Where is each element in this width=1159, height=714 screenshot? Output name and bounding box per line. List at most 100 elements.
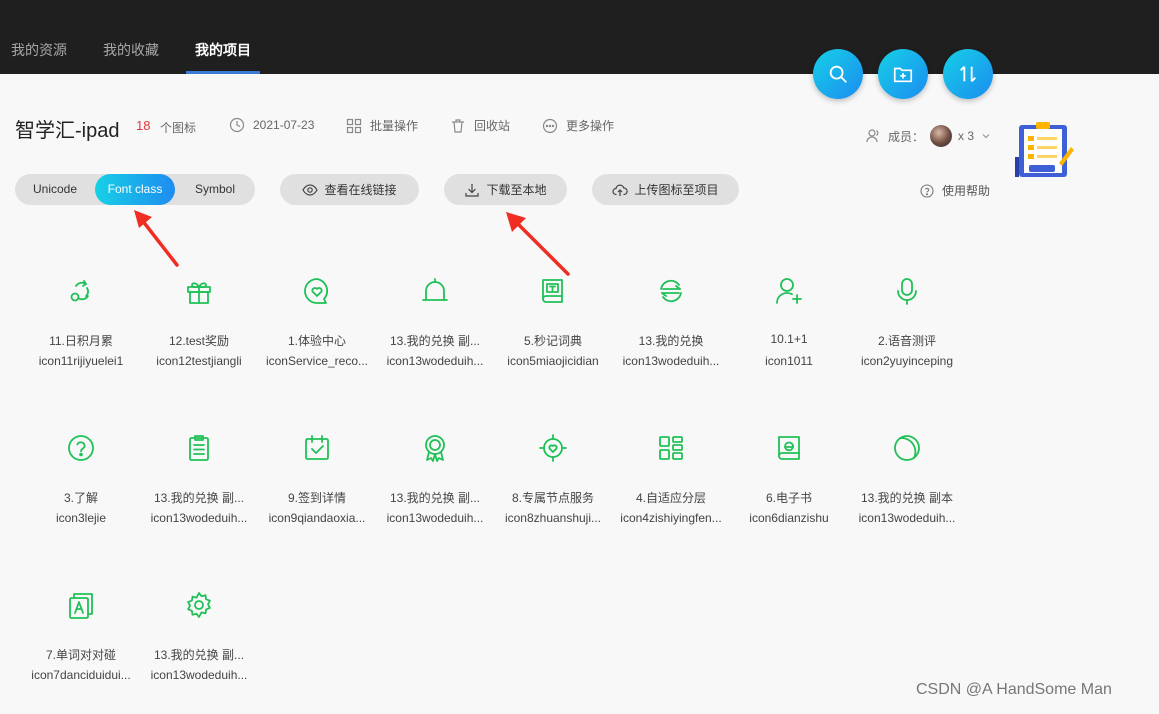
search-button[interactable]	[813, 49, 863, 99]
icon-bell-icon	[422, 278, 448, 301]
icon-card[interactable]: 9.签到详情 icon9qiandaoxia...	[258, 417, 376, 557]
format-unicode-tab[interactable]: Unicode	[15, 174, 95, 205]
icon-class-code: icon1011	[765, 354, 813, 368]
icon-medal-icon	[425, 435, 445, 462]
icon-class-code: icon13wodeduih...	[622, 354, 720, 368]
usage-help-label: 使用帮助	[942, 184, 991, 198]
recycle-bin-button[interactable]: 回收站	[450, 117, 510, 134]
icon-name: 13.我的兑换 副...	[153, 491, 245, 505]
icon-card[interactable]: 13.我的兑换 副... icon13wodeduih...	[140, 574, 258, 714]
icon-gift-icon	[187, 282, 211, 304]
icon-class-code: icon13wodeduih...	[150, 511, 248, 525]
icon-card[interactable]: 10.1+1 icon1011	[730, 260, 848, 400]
format-symbol-tab[interactable]: Symbol	[175, 174, 255, 205]
icon-name: 7.单词对对碰	[45, 648, 116, 662]
icon-card[interactable]: 8.专属节点服务 icon8zhuanshuji...	[494, 417, 612, 557]
icon-name: 10.1+1	[770, 332, 808, 346]
icon-count-unit: 个图标	[160, 121, 197, 135]
icon-card[interactable]: 13.我的兑换 icon13wodeduih...	[612, 260, 730, 400]
icon-card[interactable]: 13.我的兑换 副... icon13wodeduih...	[140, 417, 258, 557]
annotation-arrow-download	[506, 212, 570, 276]
icon-name: 13.我的兑换 副...	[389, 491, 481, 505]
new-folder-button[interactable]	[878, 49, 928, 99]
members-count: x 3	[958, 129, 975, 143]
add-folder-icon	[893, 67, 913, 83]
icon-calendar-check-icon	[305, 435, 329, 460]
view-online-link-label: 查看在线链接	[324, 183, 397, 197]
clock-icon	[229, 117, 245, 133]
batch-icon	[346, 118, 362, 133]
icon-name: 1.体验中心	[287, 334, 346, 348]
members-label: 成员：	[888, 129, 925, 144]
icon-clipboard-icon	[189, 435, 209, 461]
icon-class-code: icon13wodeduih...	[386, 354, 484, 368]
icon-card[interactable]: 7.单词对对碰 icon7danciduidui...	[22, 574, 140, 714]
view-online-link-button[interactable]: 查看在线链接	[280, 174, 419, 205]
icon-class-code: icon2yuyinceping	[860, 354, 954, 368]
icon-user-plus-icon	[776, 278, 802, 304]
icon-card[interactable]: 13.我的兑换 副本 icon13wodeduih...	[848, 417, 966, 557]
sort-button[interactable]	[943, 49, 993, 99]
tab-my-favorites[interactable]: 我的收藏	[103, 40, 159, 60]
more-operations-button[interactable]: 更多操作	[542, 117, 614, 134]
search-icon	[829, 65, 847, 83]
icon-cards-a-icon	[69, 593, 93, 619]
icon-name: 13.我的兑换 副...	[389, 334, 481, 348]
tab-my-projects[interactable]: 我的项目	[195, 40, 251, 60]
download-local-button[interactable]: 下载至本地	[444, 174, 567, 205]
batch-operation-button[interactable]: 批量操作	[346, 117, 418, 134]
clipboard-illustration-icon	[1015, 122, 1074, 177]
download-local-label: 下载至本地	[486, 183, 547, 197]
icon-card[interactable]: 5.秒记词典 icon5miaojicidian	[494, 260, 612, 400]
icon-grid-icon	[659, 436, 683, 460]
active-tab-underline	[186, 71, 260, 74]
icon-name: 6.电子书	[765, 491, 812, 505]
members-dropdown[interactable]: 成员： x 3	[866, 125, 992, 147]
icon-name: 8.专属节点服务	[511, 491, 594, 505]
icon-card[interactable]: 2.语音测评 icon2yuyinceping	[848, 260, 966, 400]
more-icon	[542, 118, 558, 133]
project-date-text: 2021-07-23	[253, 118, 315, 132]
icon-card[interactable]: 12.test奖励 icon12testjiangli	[140, 260, 258, 400]
icon-class-code: icon13wodeduih...	[150, 668, 248, 682]
upload-icon-button[interactable]: 上传图标至项目	[592, 174, 739, 205]
upload-icon-label: 上传图标至项目	[634, 183, 719, 197]
cloud-upload-icon	[612, 184, 629, 196]
icon-name: 4.自适应分层	[635, 491, 706, 505]
icon-card[interactable]: 4.自适应分层 icon4zishiyingfen...	[612, 417, 730, 557]
icon-class-code: icon8zhuanshuji...	[504, 511, 602, 525]
icon-name: 9.签到详情	[287, 491, 346, 505]
icon-mic-icon	[897, 278, 917, 305]
icon-card[interactable]: 6.电子书 icon6dianzishu	[730, 417, 848, 557]
icon-book-t-icon	[542, 279, 563, 303]
icon-name: 13.我的兑换 副本	[860, 491, 954, 505]
sort-icon	[960, 66, 976, 82]
project-date: 2021-07-23	[229, 117, 314, 133]
icon-card[interactable]: 13.我的兑换 副... icon13wodeduih...	[376, 260, 494, 400]
chevron-down-icon	[982, 134, 990, 139]
tab-my-resources[interactable]: 我的资源	[11, 40, 67, 60]
icon-card[interactable]: 11.日积月累 icon11rijiyuelei1	[22, 260, 140, 400]
icon-class-code: iconService_reco...	[265, 354, 369, 368]
icon-class-code: icon13wodeduih...	[858, 511, 956, 525]
project-title: 智学汇-ipad	[15, 120, 120, 142]
icon-class-code: icon11rijiyuelei1	[38, 354, 124, 368]
members-icon	[866, 129, 879, 143]
batch-operation-label: 批量操作	[370, 119, 419, 133]
icon-name: 3.了解	[63, 491, 98, 505]
icon-class-code: icon9qiandaoxia...	[268, 511, 366, 525]
icon-question-icon	[68, 435, 94, 461]
icon-rotate-icon	[70, 280, 89, 302]
more-operations-label: 更多操作	[566, 119, 615, 133]
format-font-class-tab[interactable]: Font class	[95, 174, 175, 205]
icon-name: 2.语音测评	[877, 334, 936, 348]
icon-class-code: icon5miaojicidian	[507, 354, 599, 368]
icon-heart-badge-icon	[539, 434, 567, 462]
icon-card[interactable]: 13.我的兑换 副... icon13wodeduih...	[376, 417, 494, 557]
eye-icon	[302, 183, 319, 196]
icon-card[interactable]: 1.体验中心 iconService_reco...	[258, 260, 376, 400]
icon-class-code: icon6dianzishu	[749, 511, 829, 525]
icon-card[interactable]: 3.了解 icon3lejie	[22, 417, 140, 557]
watermark: CSDN @A HandSome Man	[916, 681, 1112, 698]
usage-help-link[interactable]: 使用帮助	[920, 182, 990, 199]
